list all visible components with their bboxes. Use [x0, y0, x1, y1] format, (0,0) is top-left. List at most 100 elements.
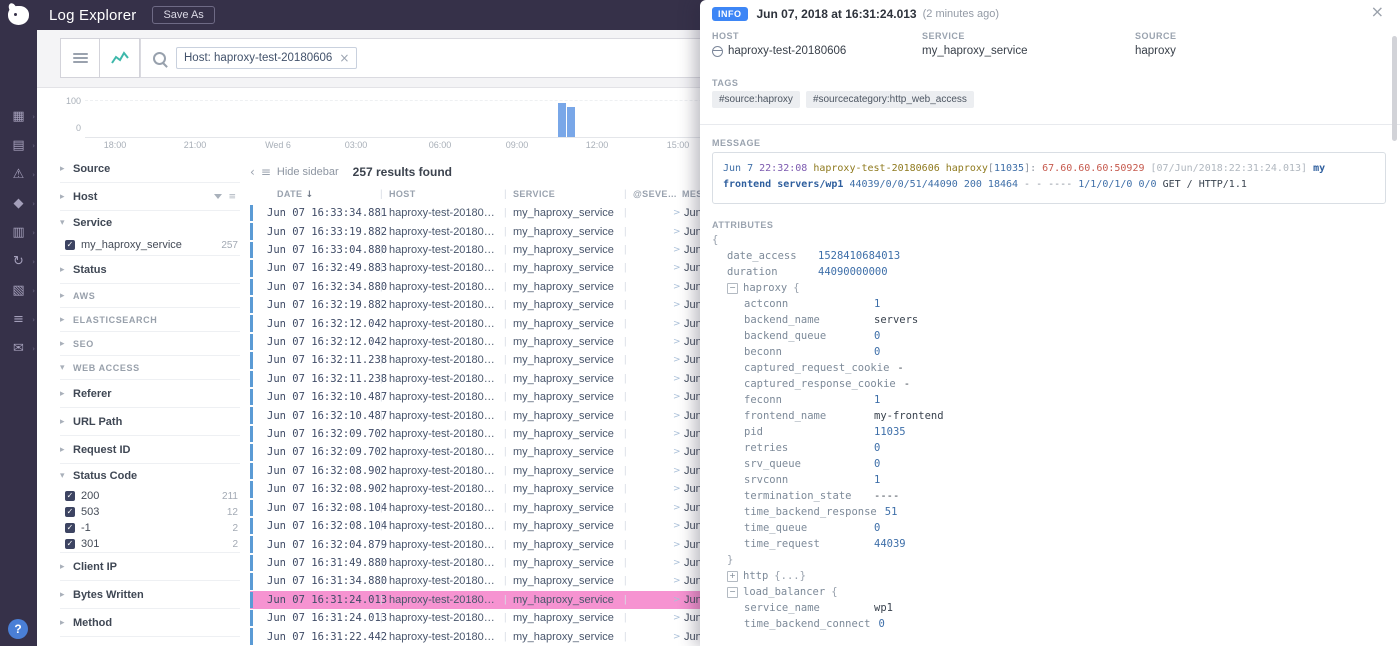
log-date: Jun 07 16:32:10.487 — [267, 391, 387, 403]
log-service: my_haproxy_service — [513, 262, 621, 274]
nav-item-synthetics[interactable]: ✉› — [0, 334, 37, 363]
facet-label: Source — [73, 163, 110, 175]
checkbox-checked-icon[interactable]: ✓ — [65, 539, 75, 549]
object-brace: { — [793, 282, 799, 294]
facet-settings-icon[interactable]: ≡ — [261, 165, 271, 179]
log-service: my_haproxy_service — [513, 575, 621, 587]
tag-chip[interactable]: #sourcecategory:http_web_access — [806, 91, 974, 108]
help-button[interactable]: ? — [8, 619, 28, 639]
status-indicator-bar — [250, 536, 253, 552]
nav-item-monitors[interactable]: ⚠› — [0, 160, 37, 189]
facet-client-ip[interactable]: ▸Client IP — [60, 553, 240, 580]
log-service: my_haproxy_service — [513, 612, 621, 624]
toggle-expand-icon[interactable]: + — [727, 571, 738, 582]
facet-value-301[interactable]: ✓3012 — [60, 536, 240, 552]
message-segment: servers/wp1 — [771, 179, 843, 190]
close-icon[interactable]: × — [1371, 2, 1384, 21]
hide-sidebar-button[interactable]: Hide sidebar — [277, 166, 339, 178]
datadog-logo[interactable] — [8, 6, 29, 25]
facet-value--1[interactable]: ✓-12 — [60, 520, 240, 536]
column-separator: | — [504, 631, 507, 642]
log-date: Jun 07 16:32:11.238 — [267, 373, 387, 385]
facet-status[interactable]: ▸Status — [60, 256, 240, 283]
facet-host[interactable]: ▸Host≡ — [60, 183, 240, 210]
attr-key: actconn — [744, 298, 866, 310]
expand-caret-icon: > — [673, 282, 681, 292]
log-date: Jun 07 16:33:19.882 — [267, 226, 387, 238]
filter-funnel-icon[interactable] — [214, 194, 222, 199]
attr-value: 1 — [866, 474, 880, 486]
chip-remove-icon[interactable]: × — [339, 52, 349, 64]
log-date: Jun 07 16:31:34.880 — [267, 575, 387, 587]
scrollbar-thumb[interactable] — [1392, 36, 1397, 141]
save-as-button[interactable]: Save As — [152, 6, 214, 24]
histogram-bar[interactable] — [567, 107, 575, 137]
histogram-bar[interactable] — [558, 103, 566, 137]
log-service: my_haproxy_service — [513, 557, 621, 569]
facet-status-code[interactable]: ▾Status Code — [60, 464, 240, 488]
nav-item-metrics[interactable]: ◆› — [0, 189, 37, 218]
checkbox-checked-icon[interactable]: ✓ — [65, 491, 75, 501]
divider — [700, 124, 1400, 125]
facet-group-elasticsearch[interactable]: ▸ELASTICSEARCH — [60, 308, 240, 331]
toggle-collapse-icon[interactable]: − — [727, 587, 738, 598]
nav-item-dashboards[interactable]: ▦› — [0, 102, 37, 131]
submenu-chevron-icon: › — [32, 113, 35, 121]
facet-group-web-access[interactable]: ▾WEB ACCESS — [60, 356, 240, 379]
column-header-date[interactable]: DATE↓ — [277, 189, 313, 200]
checkbox-checked-icon[interactable]: ✓ — [65, 240, 75, 250]
status-indicator-bar — [250, 426, 253, 442]
column-separator: | — [624, 245, 627, 256]
facet-request-id[interactable]: ▸Request ID — [60, 436, 240, 463]
log-explorer-app: ▦›▤›⚠›◆›▥›↻›▧›≡›✉› ? Log Explorer Save A… — [0, 0, 1400, 646]
facet-group-aws[interactable]: ▸AWS — [60, 284, 240, 307]
chevron-right-icon: ▸ — [60, 291, 73, 301]
log-date: Jun 07 16:32:08.902 — [267, 483, 387, 495]
nav-item-logs[interactable]: ≡› — [0, 305, 37, 334]
column-separator: | — [380, 484, 383, 495]
expand-caret-icon: > — [673, 521, 681, 531]
search-filter-label: Host: haproxy-test-20180606 — [184, 52, 332, 64]
collapse-sidebar-icon[interactable]: ‹ — [250, 165, 255, 179]
log-service: my_haproxy_service — [513, 318, 621, 330]
facet-service[interactable]: ▾Service — [60, 211, 240, 235]
nav-item-notebooks[interactable]: ▧› — [0, 276, 37, 305]
y-axis-min-label: 0 — [37, 123, 81, 133]
facet-method[interactable]: ▸Method — [60, 609, 240, 636]
facet-group-seo[interactable]: ▸SEO — [60, 332, 240, 355]
attr-value: 0 — [866, 346, 880, 358]
search-filter-chip[interactable]: Host: haproxy-test-20180606 × — [176, 47, 357, 69]
facet-value-503[interactable]: ✓50312 — [60, 504, 240, 520]
facet-url-path[interactable]: ▸URL Path — [60, 408, 240, 435]
facet-bytes-written[interactable]: ▸Bytes Written — [60, 581, 240, 608]
list-view-button[interactable] — [60, 38, 100, 78]
nav-item-apm[interactable]: ↻› — [0, 247, 37, 276]
notebooks-icon: ▧ — [12, 283, 24, 298]
column-header-severity[interactable]: @SEVERITY — [633, 189, 677, 199]
facet-value-200[interactable]: ✓200211 — [60, 488, 240, 504]
attr-key: time_request — [744, 538, 866, 550]
nav-item-infrastructure[interactable]: ▤› — [0, 131, 37, 160]
attr-value: 44039 — [866, 538, 906, 550]
graph-view-button[interactable] — [100, 38, 140, 78]
facet-value-my-haproxy-service[interactable]: ✓my_haproxy_service257 — [60, 235, 240, 255]
top-values-icon[interactable]: ≡ — [228, 192, 236, 202]
column-separator: | — [380, 613, 383, 624]
toggle-collapse-icon[interactable]: − — [727, 283, 738, 294]
attr-key: time_backend_connect — [744, 618, 870, 630]
facet-referer[interactable]: ▸Referer — [60, 380, 240, 407]
column-separator: | — [504, 447, 507, 458]
checkbox-checked-icon[interactable]: ✓ — [65, 507, 75, 517]
chevron-down-icon: ▾ — [60, 471, 73, 481]
tag-chip[interactable]: #source:haproxy — [712, 91, 800, 108]
column-header-host[interactable]: HOST — [389, 189, 416, 199]
message-segment: [07/Jun/2018:22:31:24.013] — [1144, 163, 1307, 174]
nav-item-integrations[interactable]: ▥› — [0, 218, 37, 247]
status-indicator-bar — [250, 223, 253, 239]
x-axis-tick-label: 06:00 — [429, 140, 452, 150]
column-separator: | — [624, 300, 627, 311]
facet-section-source: ▸Source — [60, 155, 240, 183]
facet-source[interactable]: ▸Source — [60, 155, 240, 182]
checkbox-checked-icon[interactable]: ✓ — [65, 523, 75, 533]
column-header-service[interactable]: SERVICE — [513, 189, 555, 199]
